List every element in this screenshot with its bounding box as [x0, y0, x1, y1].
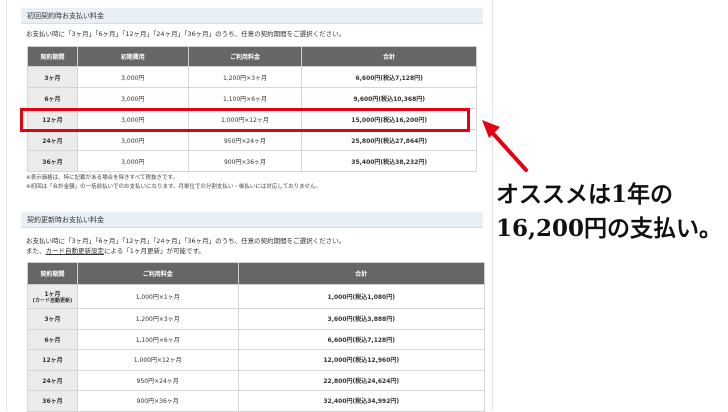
table-header-row: 契約期間 ご利用料金 合計 [27, 262, 486, 285]
row-period: 36ヶ月 [27, 390, 78, 412]
row-fee: 950円×24ヶ月 [187, 129, 303, 151]
row-total: 6,600円(税込7,128円) [237, 328, 486, 350]
row-initial: 3,000円 [76, 129, 189, 151]
section-initial-title: 初回契約時お支払い料金 [21, 8, 483, 24]
row-fee: 1,000円×1ヶ月 [76, 284, 239, 309]
row-total: 6,600円(税込7,128円) [301, 66, 477, 88]
row-fee: 1,100円×6ヶ月 [187, 87, 303, 109]
row-fee: 1,200円×3ヶ月 [76, 308, 239, 330]
table-row: 36ヶ月 900円×36ヶ月 32,400円(税込34,992円) [27, 390, 486, 412]
table-header-row: 契約期間 初期費用 ご利用料金 合計 [27, 46, 477, 67]
header-total: 合計 [301, 46, 477, 67]
section-renewal-description: お支払い時に「3ヶ月」「6ヶ月」「12ヶ月」「24ヶ月」「36ヶ月」のうち、任意… [26, 237, 346, 245]
row-period-label: 1ヶ月 [44, 291, 61, 298]
red-arrow-icon [482, 120, 528, 172]
table-row: 1ヶ月 (カード自動更新) 1,000円×1ヶ月 1,000円(税込1,080円… [27, 284, 486, 309]
row-period: 24ヶ月 [27, 129, 78, 151]
row-total: 32,400円(税込34,992円) [237, 390, 486, 412]
row-initial: 3,000円 [76, 87, 189, 109]
row-total: 1,000円(税込1,080円) [237, 284, 486, 309]
callout-line-1: オススメは1年の [496, 181, 674, 208]
header-initial: 初期費用 [76, 46, 189, 67]
table-row: 36ヶ月 3,000円 900円×36ヶ月 35,400円(税込38,232円) [27, 150, 477, 172]
row-fee: 1,100円×6ヶ月 [76, 328, 239, 350]
pricing-panel: 初回契約時お支払い料金 お支払い時に「3ヶ月」「6ヶ月」「12ヶ月」「24ヶ月」… [6, 0, 493, 412]
row-fee: 900円×36ヶ月 [187, 150, 303, 172]
card-auto-renew-link[interactable]: カード自動更新設定 [46, 247, 105, 255]
row-period: 6ヶ月 [27, 328, 78, 350]
row-total: 25,800円(税込27,864円) [301, 129, 477, 151]
row-initial: 3,000円 [76, 150, 189, 172]
desc2-suffix: による「1ヶ月更新」が可能です。 [104, 247, 205, 255]
renewal-pricing-table: 契約期間 ご利用料金 合計 1ヶ月 (カード自動更新) 1,000円×1ヶ月 1… [27, 262, 486, 412]
row-total: 22,800円(税込24,624円) [237, 369, 486, 391]
table-row: 3ヶ月 3,000円 1,200円×3ヶ月 6,600円(税込7,128円) [27, 66, 477, 88]
callout-line-2: 16,200円の支払い。 [496, 215, 723, 242]
row-period: 3ヶ月 [27, 308, 78, 330]
table-row: 6ヶ月 3,000円 1,100円×6ヶ月 9,600円(税込10,368円) [27, 87, 477, 109]
row-period: 1ヶ月 (カード自動更新) [27, 284, 78, 309]
header-fee: ご利用料金 [187, 46, 303, 67]
header-period: 契約期間 [27, 46, 78, 67]
highlight-box [20, 108, 470, 132]
row-period: 12ヶ月 [27, 349, 78, 371]
callout-text: オススメは1年の 16,200円の支払い。 [496, 178, 728, 246]
table-row: 6ヶ月 1,100円×6ヶ月 6,600円(税込7,128円) [27, 328, 486, 350]
row-period-sub: (カード自動更新) [32, 298, 73, 304]
row-total: 35,400円(税込38,232円) [301, 150, 477, 172]
table-row: 12ヶ月 1,000円×12ヶ月 12,000円(税込12,960円) [27, 349, 486, 371]
section-renewal-description-2: また、カード自動更新設定による「1ヶ月更新」が可能です。 [26, 246, 205, 256]
row-initial: 3,000円 [76, 66, 189, 88]
header-total: 合計 [237, 262, 486, 285]
row-period: 6ヶ月 [27, 87, 78, 109]
row-fee: 1,200円×3ヶ月 [187, 66, 303, 88]
row-period: 24ヶ月 [27, 369, 78, 391]
desc2-prefix: また、 [26, 247, 46, 255]
row-period: 36ヶ月 [27, 150, 78, 172]
row-period: 3ヶ月 [27, 66, 78, 88]
section-renewal-title: 契約更新時お支払い料金 [21, 212, 483, 228]
row-fee: 950円×24ヶ月 [76, 369, 239, 391]
row-total: 3,600円(税込3,888円) [237, 308, 486, 330]
row-fee: 900円×36ヶ月 [76, 390, 239, 412]
row-total: 12,000円(税込12,960円) [237, 349, 486, 371]
table-row: 24ヶ月 3,000円 950円×24ヶ月 25,800円(税込27,864円) [27, 129, 477, 151]
header-period: 契約期間 [27, 262, 78, 285]
table-row: 24ヶ月 950円×24ヶ月 22,800円(税込24,624円) [27, 369, 486, 391]
row-total: 9,600円(税込10,368円) [301, 87, 477, 109]
header-fee: ご利用料金 [76, 262, 239, 285]
section-initial-description: お支払い時に「3ヶ月」「6ヶ月」「12ヶ月」「24ヶ月」「36ヶ月」のうち、任意… [26, 30, 346, 38]
note-tax: ※表示価格は、特に記載がある場合を除きすべて税抜きです。 [26, 175, 178, 181]
note-payment: ※初回は「合計金額」の一括前払いでのお支払いになります。月単位での分割支払い・後… [26, 184, 321, 190]
table-row: 3ヶ月 1,200円×3ヶ月 3,600円(税込3,888円) [27, 308, 486, 330]
row-fee: 1,000円×12ヶ月 [76, 349, 239, 371]
